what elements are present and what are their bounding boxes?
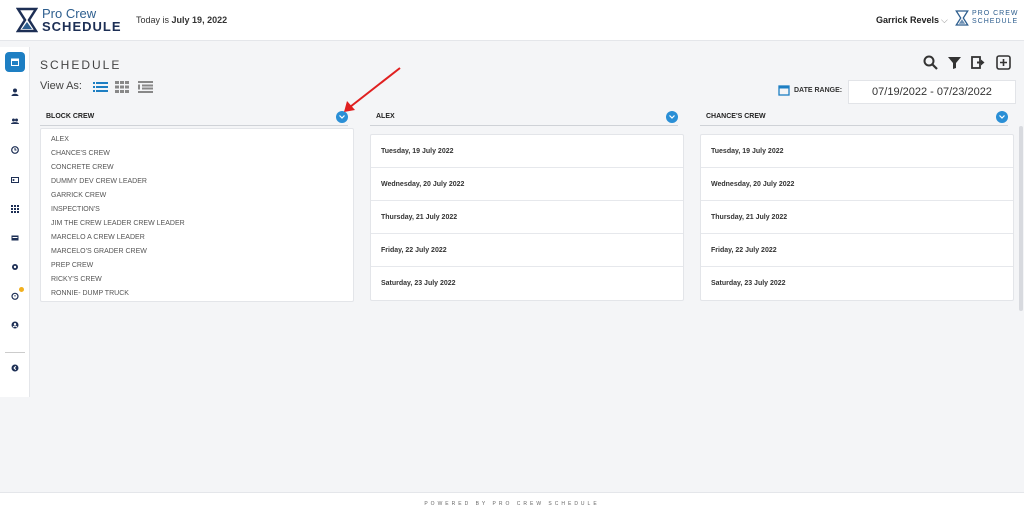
hourglass-logo-icon bbox=[16, 7, 38, 33]
clock-icon bbox=[11, 146, 19, 154]
brand-logo: PRO CREW SCHEDULE bbox=[955, 9, 1019, 27]
day-row[interactable]: Thursday, 21 July 2022 bbox=[701, 201, 1013, 234]
today-prefix: Today is bbox=[136, 15, 170, 25]
calendar-icon bbox=[11, 58, 19, 66]
user-icon bbox=[11, 88, 19, 96]
brand-line1: PRO CREW bbox=[972, 10, 1019, 18]
day-row[interactable]: Tuesday, 19 July 2022 bbox=[701, 135, 1013, 168]
chevron-down-icon: ⌵ bbox=[941, 15, 948, 25]
logo-text-line2: SCHEDULE bbox=[42, 19, 122, 34]
user-circle-icon bbox=[11, 321, 19, 329]
view-as-label: View As: bbox=[40, 80, 82, 92]
day-row[interactable]: Wednesday, 20 July 2022 bbox=[371, 168, 683, 201]
today-date: Today is July 19, 2022 bbox=[136, 15, 227, 25]
day-row[interactable]: Friday, 22 July 2022 bbox=[371, 234, 683, 267]
day-list-chances-crew: Tuesday, 19 July 2022 Wednesday, 20 July… bbox=[700, 134, 1014, 301]
crew-list-item[interactable]: CHANCE'S CREW bbox=[41, 147, 353, 161]
sidebar-item-settings[interactable] bbox=[5, 257, 25, 277]
sidebar-item-notifications[interactable] bbox=[5, 286, 25, 306]
crew-list-item[interactable]: GARRICK CREW bbox=[41, 189, 353, 203]
column-header-chances-crew: CHANCE'S CREW bbox=[700, 110, 1008, 126]
alarm-clock-icon bbox=[11, 292, 19, 300]
user-name: Garrick Revels bbox=[876, 15, 940, 25]
sidebar-item-calendar[interactable] bbox=[5, 52, 25, 72]
column-title: CHANCE'S CREW bbox=[706, 113, 766, 120]
crew-list: ALEX CHANCE'S CREW CONCRETE CREW DUMMY D… bbox=[40, 128, 354, 302]
brand-line2: SCHEDULE bbox=[972, 18, 1019, 25]
search-icon[interactable] bbox=[923, 55, 938, 70]
sidebar-item-clock[interactable] bbox=[5, 140, 25, 160]
list-view-icon[interactable] bbox=[93, 81, 108, 93]
sidebar-item-account[interactable] bbox=[5, 315, 25, 335]
crew-list-item[interactable]: MARCELO'S GRADER CREW bbox=[41, 245, 353, 259]
sidebar-divider bbox=[5, 352, 25, 353]
hourglass-brand-icon bbox=[955, 10, 969, 26]
date-range-input[interactable]: 07/19/2022 - 07/23/2022 bbox=[848, 80, 1016, 104]
day-row[interactable]: Wednesday, 20 July 2022 bbox=[701, 168, 1013, 201]
vertical-scrollbar[interactable] bbox=[1019, 126, 1023, 311]
crew-list-item[interactable]: PREP CREW bbox=[41, 259, 353, 273]
sidebar-item-truck[interactable] bbox=[5, 228, 25, 248]
crew-list-item[interactable]: ALEX bbox=[41, 133, 353, 147]
indent-view-icon[interactable] bbox=[138, 81, 153, 93]
date-range-label: DATE RANGE: bbox=[778, 84, 842, 96]
export-icon[interactable] bbox=[971, 55, 986, 70]
sidebar-item-user[interactable] bbox=[5, 82, 25, 102]
annotation-arrow-icon bbox=[344, 67, 401, 112]
day-row[interactable]: Tuesday, 19 July 2022 bbox=[371, 135, 683, 168]
gear-icon bbox=[12, 264, 18, 270]
crew-list-item[interactable]: MARCELO A CREW LEADER bbox=[41, 231, 353, 245]
crew-list-item[interactable]: DUMMY DEV CREW LEADER bbox=[41, 175, 353, 189]
day-list-alex: Tuesday, 19 July 2022 Wednesday, 20 July… bbox=[370, 134, 684, 301]
crew-list-item[interactable]: INSPECTION'S bbox=[41, 203, 353, 217]
day-row[interactable]: Thursday, 21 July 2022 bbox=[371, 201, 683, 234]
filter-icon[interactable] bbox=[947, 55, 962, 70]
chevron-left-circle-icon bbox=[11, 364, 19, 372]
id-card-icon bbox=[11, 177, 19, 183]
grid-view-icon[interactable] bbox=[115, 81, 130, 93]
top-header: Pro Crew SCHEDULE Today is July 19, 2022… bbox=[0, 0, 1024, 41]
notification-badge bbox=[19, 287, 24, 292]
calendar-icon bbox=[778, 85, 790, 96]
day-row[interactable]: Saturday, 23 July 2022 bbox=[701, 267, 1013, 300]
crew-list-item[interactable]: CONCRETE CREW bbox=[41, 161, 353, 175]
add-icon[interactable] bbox=[996, 55, 1011, 70]
crew-list-item[interactable]: RONNIE- DUMP TRUCK bbox=[41, 287, 353, 301]
left-sidebar bbox=[0, 47, 30, 397]
user-menu[interactable]: Garrick Revels ⌵ bbox=[876, 15, 948, 26]
chevron-down-icon[interactable] bbox=[996, 111, 1008, 123]
users-icon bbox=[11, 118, 19, 124]
page-title: SCHEDULE bbox=[40, 58, 122, 72]
truck-icon bbox=[11, 235, 19, 241]
crew-list-item[interactable]: RICKY'S CREW bbox=[41, 273, 353, 287]
sidebar-item-users[interactable] bbox=[5, 111, 25, 131]
crew-list-item[interactable]: JIM THE CREW LEADER CREW LEADER bbox=[41, 217, 353, 231]
sidebar-item-id-card[interactable] bbox=[5, 170, 25, 190]
today-value: July 19, 2022 bbox=[171, 15, 228, 25]
column-header-alex: ALEX bbox=[370, 110, 678, 126]
date-range-label-text: DATE RANGE: bbox=[794, 86, 843, 94]
column-header-block-crew: BLOCK CREW bbox=[40, 110, 348, 126]
sidebar-collapse-button[interactable] bbox=[5, 358, 25, 378]
day-row[interactable]: Friday, 22 July 2022 bbox=[701, 234, 1013, 267]
column-title: BLOCK CREW bbox=[46, 113, 95, 120]
app-logo[interactable]: Pro Crew SCHEDULE bbox=[16, 7, 122, 33]
footer: POWERED BY PRO CREW SCHEDULE bbox=[0, 492, 1024, 514]
grid-icon bbox=[11, 205, 19, 213]
sidebar-item-grid[interactable] bbox=[5, 199, 25, 219]
day-row[interactable]: Saturday, 23 July 2022 bbox=[371, 267, 683, 300]
chevron-down-icon[interactable] bbox=[666, 111, 678, 123]
